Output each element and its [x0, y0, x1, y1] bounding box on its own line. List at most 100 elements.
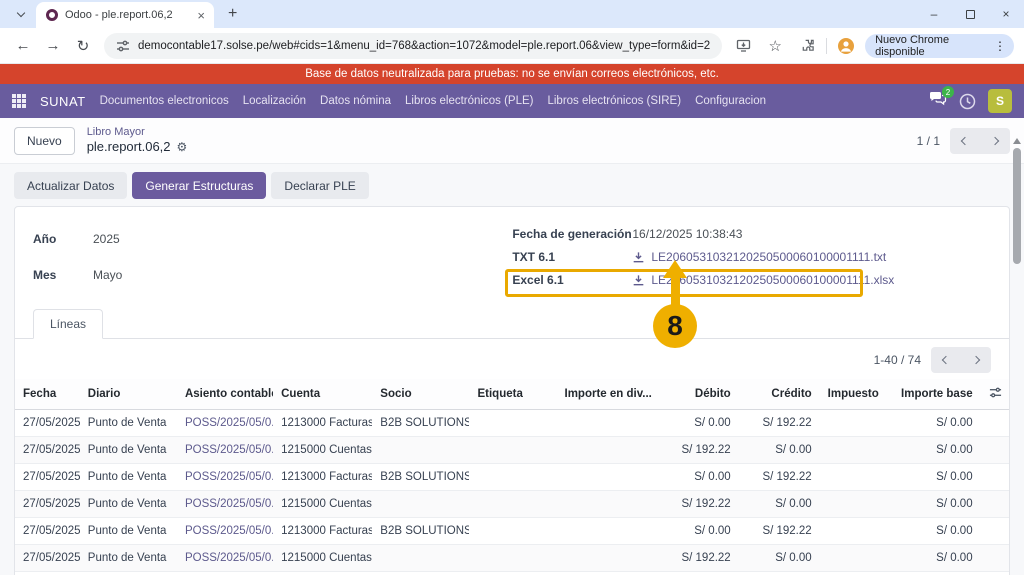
table-row[interactable]: 27/05/2025 Punto de Venta POSS/2025/05/0…	[15, 437, 1009, 464]
reload-button[interactable]: ↻	[70, 33, 96, 59]
record-pager-prev-button[interactable]	[950, 128, 980, 154]
menu-libros-sire[interactable]: Libros electrónicos (SIRE)	[547, 95, 681, 107]
col-importe-div[interactable]: Importe en div...	[557, 379, 652, 410]
user-avatar[interactable]: S	[988, 89, 1012, 113]
cell-importe-div	[557, 464, 652, 491]
window-close-button[interactable]: ×	[988, 0, 1024, 28]
new-tab-button[interactable]: +	[222, 5, 243, 23]
page-scrollbar[interactable]	[1011, 138, 1023, 575]
col-fecha[interactable]: Fecha	[15, 379, 80, 410]
apps-menu-icon[interactable]	[12, 94, 26, 108]
actions-gear-icon[interactable]: ⚙	[177, 140, 188, 155]
scrollbar-thumb[interactable]	[1013, 148, 1021, 264]
table-row[interactable]: 27/05/2025 Punto de Venta POSS/2025/05/0…	[15, 491, 1009, 518]
list-pager-next-button[interactable]	[961, 347, 991, 373]
menu-datos-nomina[interactable]: Datos nómina	[320, 95, 391, 107]
optional-columns-button[interactable]	[981, 379, 1009, 410]
col-socio[interactable]: Socio	[372, 379, 469, 410]
cell-asiento-link[interactable]: POSS/2025/05/0...	[177, 491, 273, 518]
cell-socio: B2B SOLUTIONS ...	[372, 464, 469, 491]
year-label: Año	[33, 232, 67, 246]
notebook-tabs: Líneas	[15, 309, 1009, 339]
tab-lineas[interactable]: Líneas	[33, 309, 103, 339]
record-pager-next-button[interactable]	[980, 128, 1010, 154]
cell-spacer	[981, 464, 1009, 491]
excel-download-link[interactable]: LE2060531032120250500060100001111.xlsx	[632, 273, 894, 287]
window-restore-button[interactable]	[952, 0, 988, 28]
tab-search-button[interactable]	[8, 3, 34, 25]
cell-cuenta: 1215000 Cuentas...	[273, 437, 372, 464]
odoo-favicon-icon	[46, 9, 58, 21]
forward-button[interactable]: →	[40, 33, 66, 59]
cell-asiento-link[interactable]: POSS/2025/05/0...	[177, 437, 273, 464]
col-impuesto[interactable]: Impuesto	[820, 379, 885, 410]
cell-spacer	[981, 410, 1009, 437]
activities-clock-icon[interactable]	[959, 93, 976, 110]
window-minimize-button[interactable]: –	[916, 0, 952, 28]
cell-socio: B2B SOLUTIONS ...	[372, 518, 469, 545]
form-sheet: Año 2025 Mes Mayo Fecha de generación 16…	[14, 206, 1010, 575]
browser-menu-icon[interactable]: ⋮	[990, 39, 1010, 53]
bookmark-star-icon[interactable]: ☆	[762, 33, 788, 59]
col-debito[interactable]: Débito	[652, 379, 739, 410]
list-pager-prev-button[interactable]	[931, 347, 961, 373]
brand-sunat[interactable]: SUNAT	[40, 94, 86, 109]
col-diario[interactable]: Diario	[80, 379, 177, 410]
table-row[interactable]: 27/05/2025 Punto de Venta POSS/2025/05/0…	[15, 410, 1009, 437]
back-button[interactable]: ←	[10, 33, 36, 59]
col-asiento[interactable]: Asiento contable	[177, 379, 273, 410]
cell-diario: Punto de Venta	[80, 491, 177, 518]
chevron-right-icon	[991, 136, 999, 144]
menu-documentos-electronicos[interactable]: Documentos electronicos	[100, 95, 229, 107]
cell-cuenta: 1213000 Facturas...	[273, 464, 372, 491]
chrome-update-chip[interactable]: Nuevo Chrome disponible ⋮	[865, 34, 1014, 58]
chevron-down-icon	[17, 8, 25, 16]
col-etiqueta[interactable]: Etiqueta	[469, 379, 556, 410]
cell-asiento-link[interactable]: POSS/2025/05/0...	[177, 518, 273, 545]
generar-estructuras-button[interactable]: Generar Estructuras	[132, 172, 266, 199]
col-cuenta[interactable]: Cuenta	[273, 379, 372, 410]
profile-icon[interactable]	[833, 33, 859, 59]
cell-etiqueta	[469, 518, 556, 545]
txt-download-link[interactable]: LE2060531032120250500060100001111.txt	[632, 250, 894, 264]
cell-asiento-link[interactable]: POSS/2025/05/0...	[177, 410, 273, 437]
cell-fecha: 27/05/2025	[15, 545, 80, 572]
year-value[interactable]: 2025	[93, 232, 122, 246]
table-row[interactable]: 27/05/2025 Punto de Venta POSS/2025/05/0…	[15, 518, 1009, 545]
table-row[interactable]: 27/05/2025 Punto de Venta POSS/2025/05/0…	[15, 545, 1009, 572]
cell-debito: S/ 192.22	[652, 437, 739, 464]
cell-socio: B2B SOLUTIONS ...	[372, 410, 469, 437]
menu-configuracion[interactable]: Configuracion	[695, 95, 766, 107]
download-icon	[632, 251, 645, 264]
col-importe-base[interactable]: Importe base	[884, 379, 980, 410]
messages-button[interactable]: 2	[929, 91, 947, 111]
extensions-icon[interactable]	[794, 33, 820, 59]
cell-credito: S/ 0.00	[739, 491, 820, 518]
txt-label: TXT 6.1	[512, 250, 620, 264]
cell-diario: Punto de Venta	[80, 464, 177, 491]
cell-importe-base: S/ 0.00	[884, 491, 980, 518]
table-body: 27/05/2025 Punto de Venta POSS/2025/05/0…	[15, 410, 1009, 572]
new-record-button[interactable]: Nuevo	[14, 127, 75, 155]
site-settings-icon[interactable]	[116, 39, 130, 53]
cell-spacer	[981, 491, 1009, 518]
col-credito[interactable]: Crédito	[739, 379, 820, 410]
cell-asiento-link[interactable]: POSS/2025/05/0...	[177, 545, 273, 572]
menu-libros-ple[interactable]: Libros electrónicos (PLE)	[405, 95, 533, 107]
actualizar-datos-button[interactable]: Actualizar Datos	[14, 172, 127, 199]
tab-close-icon[interactable]: ×	[194, 8, 208, 23]
table-row[interactable]: 27/05/2025 Punto de Venta POSS/2025/05/0…	[15, 464, 1009, 491]
url-bar[interactable]: democontable17.solse.pe/web#cids=1&menu_…	[104, 33, 722, 59]
install-icon[interactable]	[730, 33, 756, 59]
breadcrumb-parent[interactable]: Libro Mayor	[87, 126, 188, 140]
cell-importe-div	[557, 437, 652, 464]
cell-spacer	[981, 545, 1009, 572]
cell-asiento-link[interactable]: POSS/2025/05/0...	[177, 464, 273, 491]
browser-tab[interactable]: Odoo - ple.report.06,2 ×	[36, 2, 214, 28]
excel-label: Excel 6.1	[512, 273, 620, 287]
scrollbar-up-icon[interactable]	[1013, 138, 1021, 144]
cell-fecha: 27/05/2025	[15, 518, 80, 545]
month-value[interactable]: Mayo	[93, 268, 122, 282]
menu-localizacion[interactable]: Localización	[243, 95, 306, 107]
declarar-ple-button[interactable]: Declarar PLE	[271, 172, 368, 199]
